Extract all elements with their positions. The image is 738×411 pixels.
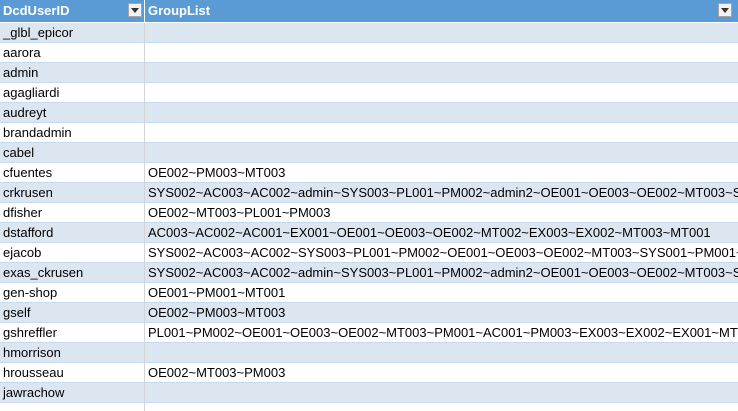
table-row: aarora bbox=[0, 43, 738, 63]
cell-group-list[interactable]: OE002~MT003~PM003 bbox=[145, 363, 738, 382]
cell-dcd-user-id[interactable]: admin bbox=[0, 63, 145, 82]
table-row: audreyt bbox=[0, 103, 738, 123]
table-row: cabel bbox=[0, 143, 738, 163]
column-header-label: GroupList bbox=[148, 3, 211, 18]
table-row: cfuentes OE002~PM003~MT003 bbox=[0, 163, 738, 183]
cell-dcd-user-id[interactable]: cfuentes bbox=[0, 163, 145, 182]
cell-dcd-user-id[interactable]: ejacob bbox=[0, 243, 145, 262]
cell-dcd-user-id[interactable]: exas_ckrusen bbox=[0, 263, 145, 282]
column-header-group-list[interactable]: GroupList bbox=[145, 0, 738, 22]
cell-group-list[interactable] bbox=[145, 23, 738, 42]
table-row: brandadmin bbox=[0, 123, 738, 143]
cell-group-list[interactable]: OE002~PM003~MT003 bbox=[145, 163, 738, 182]
cell-group-list[interactable] bbox=[145, 343, 738, 362]
table-row: _glbl_epicor bbox=[0, 23, 738, 43]
table-row: exas_ckrusen SYS002~AC003~AC002~admin~SYS… bbox=[0, 263, 738, 283]
cell-group-list[interactable]: SYS002~AC003~AC002~admin~SYS003~PL001~PM… bbox=[145, 263, 738, 282]
table-row: crkrusen SYS002~AC003~AC002~admin~SYS003~… bbox=[0, 183, 738, 203]
table-body: _glbl_epicor aarora admin agagliardi audreyt… bbox=[0, 23, 738, 411]
cell-group-list[interactable] bbox=[145, 103, 738, 122]
cell-dcd-user-id[interactable]: agagliardi bbox=[0, 83, 145, 102]
cell-group-list[interactable] bbox=[145, 123, 738, 142]
cell-dcd-user-id[interactable]: gen-shop bbox=[0, 283, 145, 302]
table-row: gself OE002~PM003~MT003 bbox=[0, 303, 738, 323]
cell-dcd-user-id[interactable]: _glbl_epicor bbox=[0, 23, 145, 42]
table-header-row: DcdUserID GroupList bbox=[0, 0, 738, 23]
table-row: admin bbox=[0, 63, 738, 83]
cell-dcd-user-id[interactable]: crkrusen bbox=[0, 183, 145, 202]
table-row bbox=[0, 403, 738, 411]
cell-dcd-user-id[interactable]: cabel bbox=[0, 143, 145, 162]
cell-group-list[interactable]: SYS002~AC003~AC002~SYS003~PL001~PM002~OE… bbox=[145, 243, 738, 262]
table-row: ejacob SYS002~AC003~AC002~SYS003~PL001~PM… bbox=[0, 243, 738, 263]
cell-group-list[interactable]: AC003~AC002~AC001~EX001~OE001~OE003~OE00… bbox=[145, 223, 738, 242]
table-row: hrousseau OE002~MT003~PM003 bbox=[0, 363, 738, 383]
cell-group-list[interactable] bbox=[145, 63, 738, 82]
cell-dcd-user-id[interactable]: dstafford bbox=[0, 223, 145, 242]
cell-dcd-user-id[interactable]: dfisher bbox=[0, 203, 145, 222]
cell-dcd-user-id[interactable]: audreyt bbox=[0, 103, 145, 122]
filter-dropdown-icon[interactable] bbox=[128, 3, 142, 17]
spreadsheet: DcdUserID GroupList _glbl_epicor aarora ad… bbox=[0, 0, 738, 411]
table-row: dstafford AC003~AC002~AC001~EX001~OE001~O… bbox=[0, 223, 738, 243]
cell-group-list[interactable]: OE001~PM001~MT001 bbox=[145, 283, 738, 302]
table-row: jawrachow bbox=[0, 383, 738, 403]
cell-dcd-user-id[interactable] bbox=[0, 403, 145, 411]
table-row: hmorrison bbox=[0, 343, 738, 363]
cell-dcd-user-id[interactable]: brandadmin bbox=[0, 123, 145, 142]
column-header-dcd-user-id[interactable]: DcdUserID bbox=[0, 0, 145, 22]
cell-dcd-user-id[interactable]: aarora bbox=[0, 43, 145, 62]
cell-group-list[interactable] bbox=[145, 143, 738, 162]
table-row: dfisher OE002~MT003~PL001~PM003 bbox=[0, 203, 738, 223]
table-row: agagliardi bbox=[0, 83, 738, 103]
table-row: gshreffler PL001~PM002~OE001~OE003~OE002~… bbox=[0, 323, 738, 343]
cell-group-list[interactable] bbox=[145, 83, 738, 102]
cell-group-list[interactable] bbox=[145, 403, 738, 411]
cell-dcd-user-id[interactable]: jawrachow bbox=[0, 383, 145, 402]
cell-group-list[interactable]: PL001~PM002~OE001~OE003~OE002~MT003~PM00… bbox=[145, 323, 738, 342]
column-header-label: DcdUserID bbox=[3, 3, 70, 18]
cell-group-list[interactable]: OE002~MT003~PL001~PM003 bbox=[145, 203, 738, 222]
cell-group-list[interactable]: OE002~PM003~MT003 bbox=[145, 303, 738, 322]
filter-dropdown-icon[interactable] bbox=[718, 3, 732, 17]
cell-group-list[interactable] bbox=[145, 43, 738, 62]
cell-dcd-user-id[interactable]: hrousseau bbox=[0, 363, 145, 382]
cell-group-list[interactable]: SYS002~AC003~AC002~admin~SYS003~PL001~PM… bbox=[145, 183, 738, 202]
cell-dcd-user-id[interactable]: hmorrison bbox=[0, 343, 145, 362]
table-row: gen-shop OE001~PM001~MT001 bbox=[0, 283, 738, 303]
cell-dcd-user-id[interactable]: gshreffler bbox=[0, 323, 145, 342]
cell-dcd-user-id[interactable]: gself bbox=[0, 303, 145, 322]
cell-group-list[interactable] bbox=[145, 383, 738, 402]
